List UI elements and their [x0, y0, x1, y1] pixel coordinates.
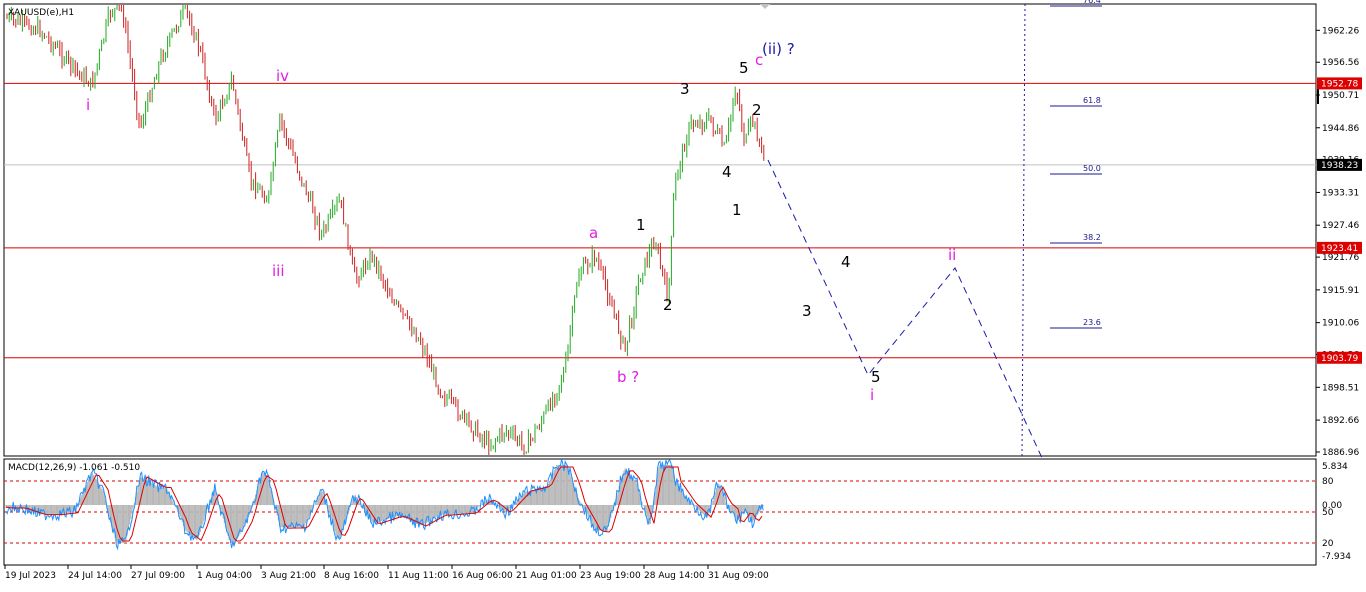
- chart-title: XAUUSD(e),H1: [8, 8, 74, 18]
- date-tick-label: 28 Aug 14:00: [644, 571, 705, 581]
- wave-label: i: [870, 386, 874, 404]
- date-tick-label: 24 Jul 14:00: [68, 571, 122, 581]
- price-tick-label: 1886.96: [1322, 448, 1359, 458]
- price-tick-label: 1921.76: [1322, 253, 1359, 263]
- macd-tick-label: 5.834: [1322, 462, 1348, 472]
- date-tick-label: 8 Aug 16:00: [324, 571, 379, 581]
- price-tick-label: 1927.46: [1322, 221, 1359, 231]
- fib-level-label: 23.6: [1083, 318, 1101, 327]
- date-tick-label: 1 Aug 04:00: [197, 571, 252, 581]
- current-price-label: 1938.23: [1321, 161, 1358, 171]
- trading-chart-window: 1962.261956.561950.711944.861939.161933.…: [0, 0, 1366, 588]
- date-tick-label: 23 Aug 19:00: [580, 571, 641, 581]
- wave-label: 2: [663, 296, 673, 314]
- wave-label: ii: [948, 246, 956, 264]
- date-tick-label: 11 Aug 11:00: [388, 571, 449, 581]
- price-tick-label: 1898.51: [1322, 383, 1359, 393]
- price-tag-label: 1952.78: [1321, 79, 1358, 89]
- price-tick-label: 1944.86: [1322, 124, 1359, 134]
- macd-tick-label: 20: [1322, 539, 1334, 549]
- fib-level-label: 38.2: [1083, 233, 1101, 242]
- price-tag-label: 1923.41: [1321, 244, 1358, 254]
- macd-title: MACD(12,26,9) -1.061 -0.510: [8, 463, 140, 473]
- wave-label: iii: [272, 262, 285, 280]
- fib-level-label: 50.0: [1083, 164, 1101, 173]
- price-pane[interactable]: [3, 3, 1317, 457]
- date-tick-label: 31 Aug 09:00: [708, 571, 769, 581]
- macd-tick-label: 80: [1322, 477, 1334, 487]
- wave-label: a: [589, 224, 598, 242]
- wave-label: 5: [739, 59, 749, 77]
- price-tag-label: 1903.79: [1321, 354, 1358, 364]
- wave-label: 4: [841, 253, 851, 271]
- date-tick-label: 21 Aug 01:00: [516, 571, 577, 581]
- wave-label: 2: [752, 101, 762, 119]
- date-tick-label: 19 Jul 2023: [5, 571, 56, 581]
- price-tick-label: 1950.71: [1322, 91, 1359, 101]
- macd-tick-label: -7.934: [1322, 552, 1351, 562]
- wave-label: b ?: [617, 368, 639, 386]
- wave-label: 3: [802, 302, 812, 320]
- chart-canvas[interactable]: 1962.261956.561950.711944.861939.161933.…: [0, 0, 1366, 588]
- price-tick-label: 1933.31: [1322, 188, 1359, 198]
- date-tick-label: 16 Aug 06:00: [452, 571, 513, 581]
- price-tick-label: 1892.66: [1322, 416, 1359, 426]
- price-tick-label: 1962.26: [1322, 26, 1359, 36]
- price-tick-label: 1915.91: [1322, 286, 1359, 296]
- date-tick-label: 3 Aug 21:00: [261, 571, 316, 581]
- wave-label: i: [86, 96, 90, 114]
- price-tick-label: 1910.06: [1322, 319, 1359, 329]
- wave-label: 3: [680, 80, 690, 98]
- fib-level-label: 76.4: [1083, 0, 1101, 5]
- price-tick-label: 1956.56: [1322, 58, 1359, 68]
- date-axis: 19 Jul 2023 24 Jul 14:00 27 Jul 09:00 1 Aug…: [4, 565, 769, 581]
- wave-label: iv: [276, 67, 289, 85]
- date-tick-label: 27 Jul 09:00: [131, 571, 185, 581]
- fib-level-label: 61.8: [1083, 96, 1101, 105]
- wave-label: 1: [732, 201, 742, 219]
- wave-label: (ii) ?: [762, 40, 795, 58]
- wave-label: 4: [722, 163, 732, 181]
- wave-label: 5: [871, 368, 881, 386]
- wave-label: 1: [636, 216, 646, 234]
- macd-tick-label: 50: [1322, 508, 1334, 518]
